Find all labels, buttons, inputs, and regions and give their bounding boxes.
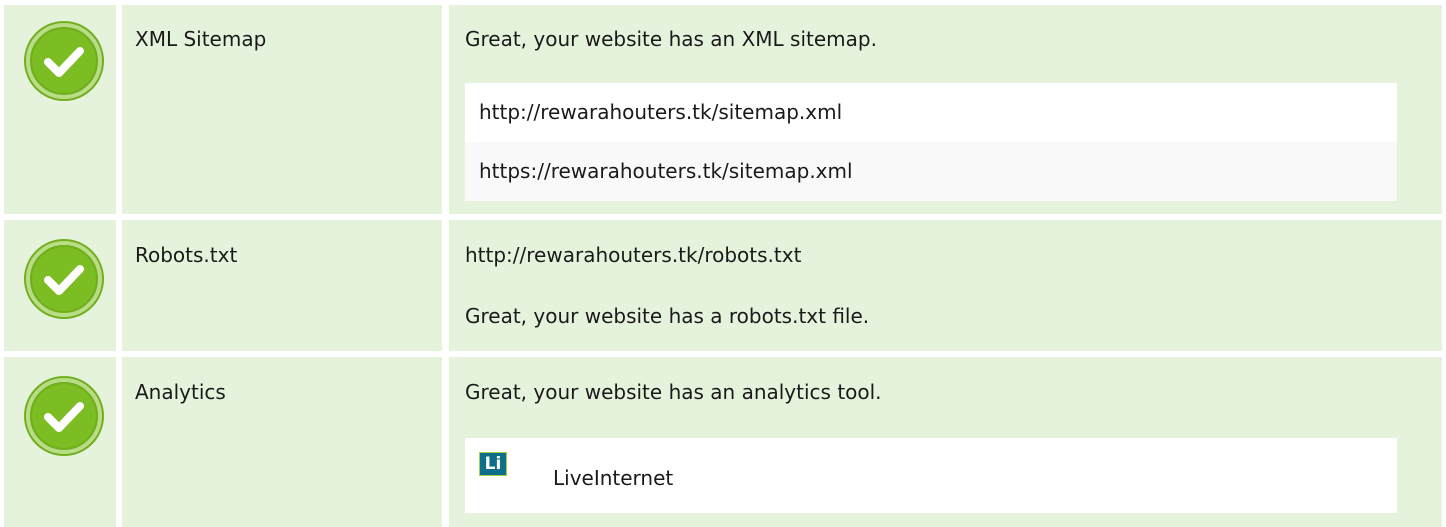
status-cell [4,5,116,214]
status-message: Great, your website has an XML sitemap. [465,27,877,51]
analytics-tool: Li LiveInternet [465,438,1397,513]
label-cell: Robots.txt [122,220,442,351]
sitemap-url[interactable]: http://rewarahouters.tk/sitemap.xml [465,83,1397,142]
seo-row-xml-sitemap: XML Sitemap Great, your website has an X… [0,5,1446,214]
row-label: Robots.txt [135,243,238,267]
label-cell: Analytics [122,357,442,527]
check-icon [24,376,104,456]
status-cell [4,220,116,351]
row-label: XML Sitemap [135,27,267,51]
check-icon [24,239,104,319]
analytics-tool-name: LiveInternet [553,466,674,490]
content-cell: Great, your website has an XML sitemap. … [449,5,1442,214]
content-cell: http://rewarahouters.tk/robots.txt Great… [449,220,1442,351]
content-cell: Great, your website has an analytics too… [449,357,1442,527]
liveinternet-logo: Li [479,452,507,476]
label-cell: XML Sitemap [122,5,442,214]
sitemap-url[interactable]: https://rewarahouters.tk/sitemap.xml [465,142,1397,201]
row-label: Analytics [135,380,226,404]
seo-row-analytics: Analytics Great, your website has an ana… [0,357,1446,527]
robots-url[interactable]: http://rewarahouters.tk/robots.txt [465,242,801,268]
check-icon [24,21,104,101]
sitemap-list: http://rewarahouters.tk/sitemap.xml http… [465,83,1397,201]
status-message: Great, your website has an analytics too… [465,380,882,404]
status-cell [4,357,116,527]
seo-row-robots-txt: Robots.txt http://rewarahouters.tk/robot… [0,220,1446,351]
status-message: Great, your website has a robots.txt fil… [465,304,870,328]
